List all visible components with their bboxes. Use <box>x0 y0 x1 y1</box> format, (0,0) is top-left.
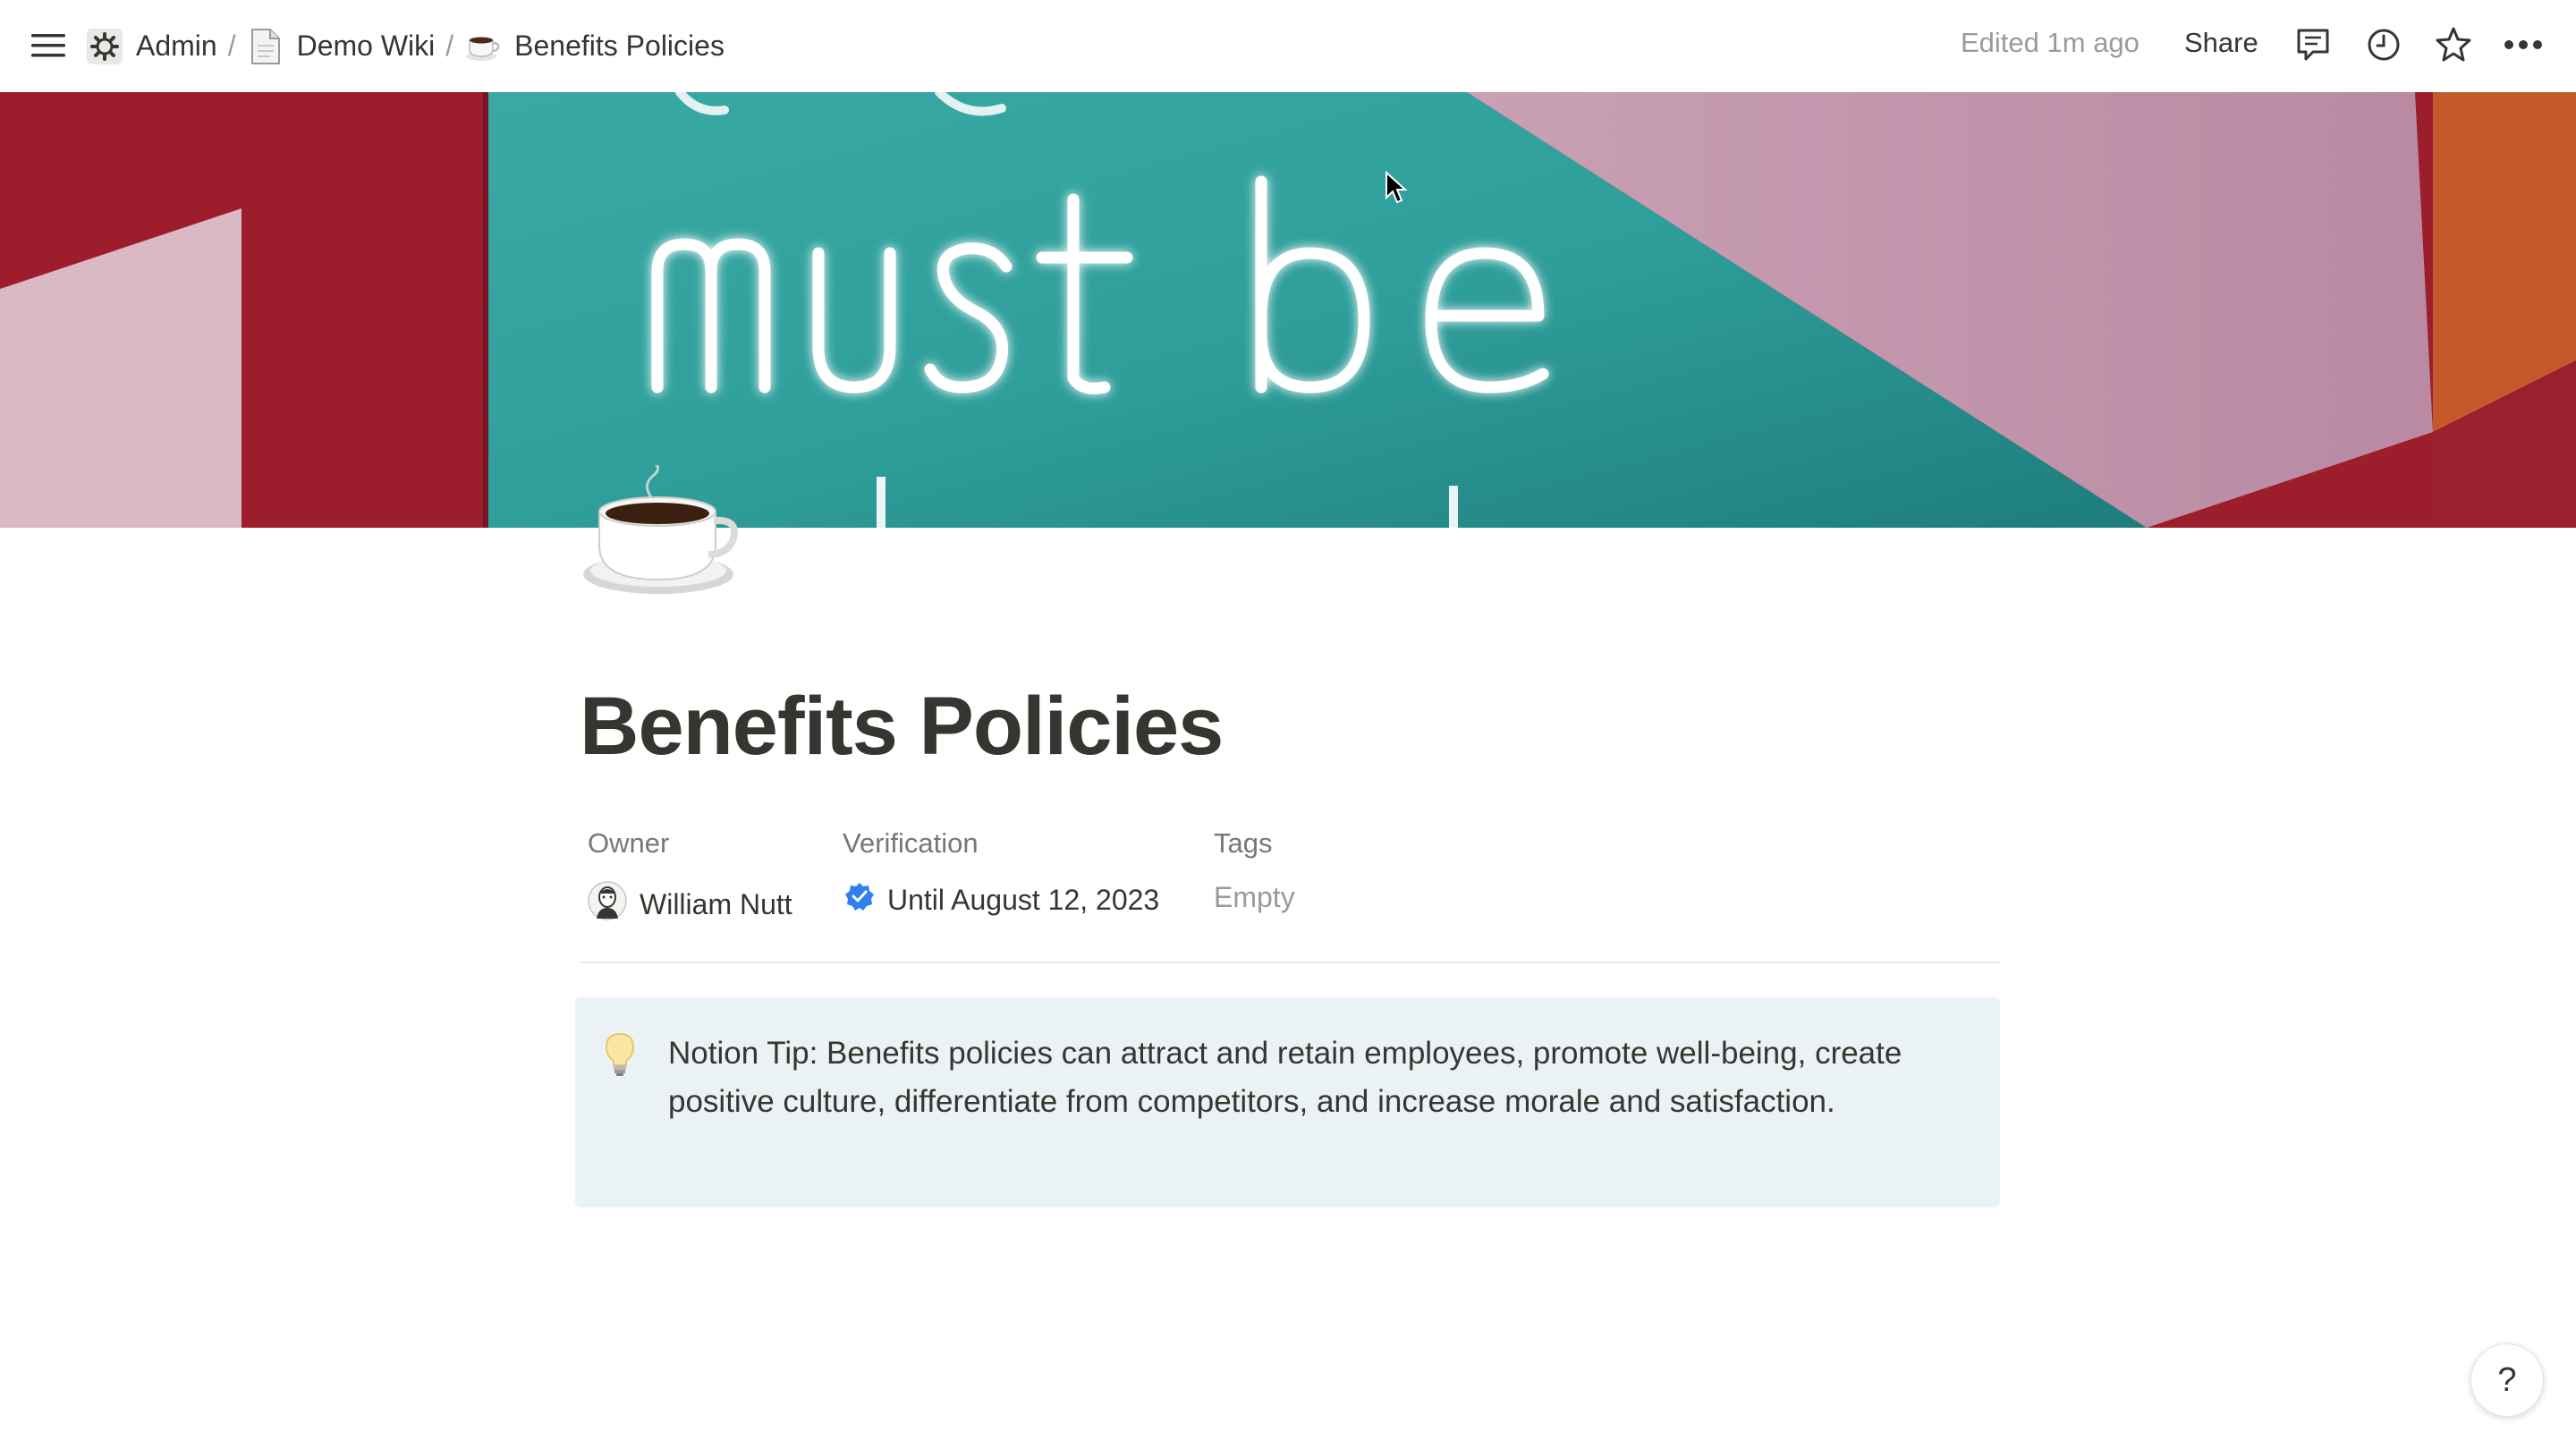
comments-icon[interactable] <box>2292 23 2334 66</box>
property-label-owner[interactable]: Owner <box>588 827 669 860</box>
breadcrumb: Admin / Demo Wiki / Benefits Policies <box>86 0 724 92</box>
tags-empty: Empty <box>1214 881 1295 913</box>
divider <box>580 962 2000 963</box>
page-icon-coffee[interactable] <box>580 462 741 599</box>
verification-date: Until August 12, 2023 <box>887 883 1160 916</box>
breadcrumb-item-demo-wiki[interactable]: Demo Wiki <box>247 28 436 65</box>
callout-block[interactable]: Notion Tip: Benefits policies can attrac… <box>575 997 2000 1208</box>
breadcrumb-separator: / <box>445 30 454 62</box>
property-label-tags[interactable]: Tags <box>1214 827 1272 860</box>
breadcrumb-separator: / <box>227 30 236 62</box>
gear-icon <box>86 28 123 65</box>
owner-name: William Nutt <box>640 887 792 920</box>
cover-image[interactable] <box>0 92 2576 528</box>
more-icon[interactable] <box>2502 23 2545 66</box>
property-value-tags[interactable]: Empty <box>1214 881 1295 914</box>
share-button[interactable]: Share <box>2184 27 2258 59</box>
property-value-owner[interactable]: William Nutt <box>588 881 792 928</box>
help-button[interactable]: ? <box>2470 1343 2544 1417</box>
edited-timestamp: Edited 1m ago <box>1961 27 2140 58</box>
mouse-cursor-icon <box>1385 171 1408 204</box>
breadcrumb-label: Benefits Policies <box>514 30 724 62</box>
breadcrumb-label: Demo Wiki <box>296 30 436 62</box>
page-title[interactable]: Benefits Policies <box>580 680 1224 774</box>
breadcrumb-item-admin[interactable]: Admin <box>86 28 217 65</box>
property-label-verification[interactable]: Verification <box>843 827 979 860</box>
breadcrumb-item-benefits-policies[interactable]: Benefits Policies <box>464 28 724 65</box>
menu-icon[interactable] <box>27 25 70 66</box>
callout-text[interactable]: Notion Tip: Benefits policies can attrac… <box>668 1030 1956 1126</box>
document-icon <box>247 28 284 65</box>
top-bar: Admin / Demo Wiki / Benefits Policies Ed… <box>0 0 2576 92</box>
lightbulb-icon[interactable] <box>604 1031 636 1078</box>
breadcrumb-label: Admin <box>136 30 217 62</box>
neon-sign-cover-graphic <box>0 92 2576 528</box>
verified-badge-icon <box>844 881 875 919</box>
star-icon[interactable] <box>2432 23 2475 66</box>
coffee-icon <box>464 28 502 65</box>
history-icon[interactable] <box>2362 23 2405 66</box>
property-value-verification[interactable]: Until August 12, 2023 <box>844 881 1159 919</box>
avatar <box>588 881 627 928</box>
